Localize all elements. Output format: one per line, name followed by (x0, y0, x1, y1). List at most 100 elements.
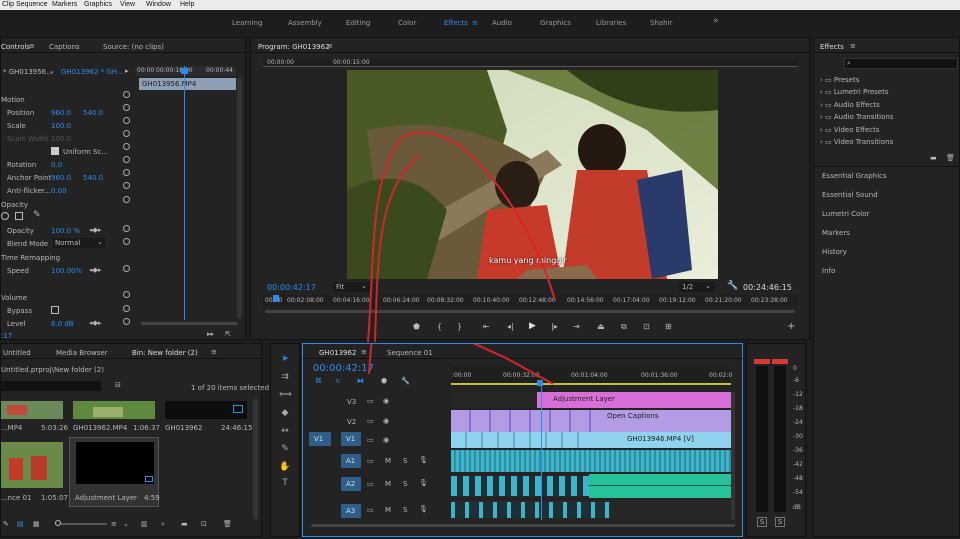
reset-icon[interactable] (123, 196, 130, 203)
new-bin-icon[interactable]: ▬ (181, 520, 188, 528)
ws-menu-icon[interactable]: ≡ (472, 19, 478, 27)
ec-export-icon[interactable]: ▸▸ (207, 330, 214, 338)
ec-share-icon[interactable]: ⇱ (225, 330, 231, 338)
program-top-ruler[interactable]: 00:00:00 00:00:15:00 (263, 59, 798, 67)
tab-captions[interactable]: Captions (49, 43, 80, 51)
ec-playhead[interactable] (184, 66, 185, 320)
icon-view-icon[interactable]: ▦ (33, 520, 40, 528)
new-search-bin-icon[interactable]: ⊟ (115, 381, 121, 389)
speed-value[interactable]: 100.00% (51, 267, 82, 275)
ws-learning[interactable]: Learning (232, 19, 262, 27)
menu-view[interactable]: View (120, 0, 135, 10)
panel-menu-icon[interactable]: ≡ (29, 42, 35, 50)
uniform-scale-checkbox[interactable] (51, 147, 59, 155)
new-bin-icon[interactable]: ▬ (930, 154, 937, 162)
reset-icon[interactable] (123, 117, 130, 124)
thumb-clip-3[interactable] (1, 442, 63, 488)
scale-value[interactable]: 100.0 (51, 122, 71, 130)
ws-color[interactable]: Color (398, 19, 416, 27)
reset-icon[interactable] (123, 318, 130, 325)
reset-icon[interactable] (123, 104, 130, 111)
tab-media-browser[interactable]: Media Browser (56, 349, 108, 357)
rectangle-mask-icon[interactable] (15, 212, 23, 220)
ellipse-mask-icon[interactable] (1, 212, 9, 220)
reset-icon[interactable] (123, 143, 130, 150)
reset-icon[interactable] (123, 291, 130, 298)
opacity-value[interactable]: 100.0 % (51, 227, 80, 235)
anchor-x-value[interactable]: 960.0 (51, 174, 71, 182)
lumetri-color-panel-tab[interactable]: Lumetri Color (822, 210, 869, 218)
lock-icon[interactable]: ✎ (3, 520, 9, 528)
comparison-view-icon[interactable]: ⊞ (665, 322, 672, 331)
project-scrollbar[interactable] (253, 399, 258, 519)
tree-item-video-effects[interactable]: › ▭ Video Effects (820, 126, 880, 134)
tree-item-presets[interactable]: › ▭ Presets (820, 76, 859, 84)
hand-tool-icon[interactable]: ✋ (279, 462, 291, 472)
reset-icon[interactable] (123, 91, 130, 98)
solo-left-button[interactable]: S (757, 517, 767, 527)
camera-icon[interactable]: ⊡ (643, 322, 650, 331)
reset-icon[interactable] (123, 130, 130, 137)
wrench-icon[interactable]: 🔧 (727, 281, 738, 291)
reset-icon[interactable] (123, 238, 130, 245)
program-title[interactable]: Program: GH013962 (258, 43, 330, 51)
ec-playhead-handle[interactable] (181, 68, 188, 74)
ec-scrollbar[interactable] (237, 78, 242, 318)
reset-icon[interactable] (123, 305, 130, 312)
ws-assembly[interactable]: Assembly (288, 19, 322, 27)
add-button-icon[interactable]: + (787, 321, 795, 332)
ws-shahir[interactable]: Shahir (650, 19, 672, 27)
ec-clip-bar[interactable]: GH013956.MP4 (139, 78, 236, 90)
tree-item-lumetri-presets[interactable]: › ▭ Lumetri Presets (820, 88, 888, 96)
ws-effects[interactable]: Effects (444, 19, 468, 27)
clear-icon[interactable]: 🗑 (223, 520, 232, 528)
ws-editing[interactable]: Editing (346, 19, 370, 27)
level-value[interactable]: 6.0 dB (51, 320, 74, 328)
reset-icon[interactable] (123, 182, 130, 189)
sort-icon[interactable]: ≡ (111, 520, 117, 528)
tab-effect-controls[interactable]: Controls (1, 43, 30, 51)
project-search-input[interactable] (1, 381, 101, 391)
play-only-icon[interactable]: ▸ (125, 67, 129, 75)
find-icon[interactable]: ⌕ (161, 520, 165, 529)
track-select-tool-icon[interactable]: ⇉ (279, 372, 291, 382)
anchor-y-value[interactable]: 540.0 (83, 174, 103, 182)
keyframe-nav-icon[interactable]: ◂◆▸ (89, 226, 101, 234)
panel-menu-icon[interactable]: ≡ (327, 42, 333, 50)
keyframe-nav-icon[interactable]: ◂◆▸ (89, 319, 101, 327)
menu-clip[interactable]: Clip (2, 0, 14, 10)
list-view-icon[interactable]: ▤ (17, 520, 24, 528)
tree-item-audio-transitions[interactable]: › ▭ Audio Transitions (820, 113, 894, 121)
ws-audio[interactable]: Audio (492, 19, 512, 27)
rotation-value[interactable]: 0.0 (51, 161, 62, 169)
thumb-clip-2[interactable] (73, 401, 155, 419)
new-item-icon[interactable]: ⊡ (201, 520, 207, 528)
markers-panel-tab[interactable]: Markers (822, 229, 850, 237)
effects-search-input[interactable]: ⌕ (844, 58, 958, 69)
ws-libraries[interactable]: Libraries (596, 19, 626, 27)
reset-icon[interactable] (123, 265, 130, 272)
tree-item-audio-effects[interactable]: › ▭ Audio Effects (820, 101, 880, 109)
tab-source[interactable]: Source: (no clips) (103, 43, 164, 51)
menu-markers[interactable]: Markers (52, 0, 77, 10)
history-panel-tab[interactable]: History (822, 248, 847, 256)
thumb-clip-1[interactable] (1, 401, 63, 419)
resolution-dropdown[interactable]: 1/2 ⌄ (679, 282, 715, 292)
ripple-edit-tool-icon[interactable]: ⟺ (279, 390, 292, 400)
bypass-checkbox[interactable] (51, 306, 59, 314)
sequence-selector[interactable]: GH013962 * GH... (61, 68, 124, 76)
clip-indicator-left[interactable] (754, 359, 770, 364)
info-panel-tab[interactable]: Info (822, 267, 835, 275)
adjustment-layer-item[interactable]: Adjustment Layer 4:59 (69, 437, 160, 507)
blend-mode-dropdown[interactable]: Normal ⌄ (53, 238, 105, 248)
menu-sequence[interactable]: Sequence (16, 0, 48, 10)
clip-indicator-right[interactable] (772, 359, 788, 364)
pen-tool-icon[interactable]: ✎ (279, 444, 291, 454)
menu-help[interactable]: Help (180, 0, 194, 10)
tab-project-untitled[interactable]: Untitled (3, 349, 31, 357)
panel-menu-icon[interactable]: ≡ (850, 42, 856, 50)
menu-window[interactable]: Window (146, 0, 171, 10)
reset-icon[interactable] (123, 156, 130, 163)
reset-icon[interactable] (123, 225, 130, 232)
panel-menu-icon[interactable]: ≡ (211, 348, 217, 356)
